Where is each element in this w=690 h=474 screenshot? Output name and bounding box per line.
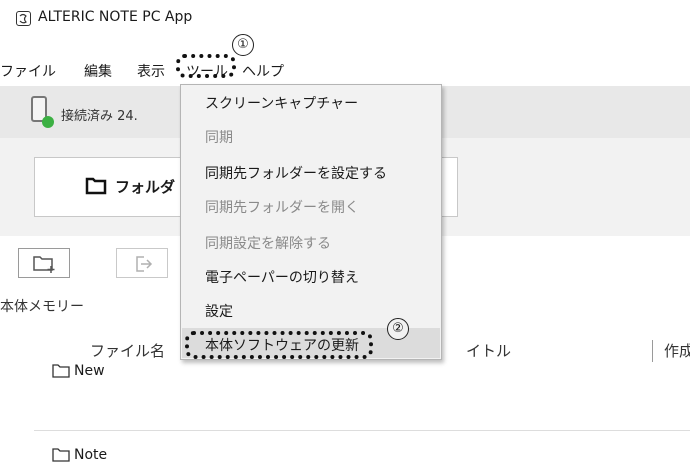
app-icon (16, 11, 31, 26)
folder-icon (52, 364, 70, 378)
menu-item-clear-sync-settings[interactable]: 同期設定を解除する (205, 233, 331, 253)
menu-item-settings[interactable]: 設定 (205, 301, 233, 321)
menu-file[interactable]: ファイル (0, 61, 56, 81)
menu-view[interactable]: 表示 (137, 61, 165, 81)
connected-indicator (42, 116, 54, 128)
move-button[interactable] (116, 248, 168, 278)
folder-button-label: フォルダ (115, 178, 176, 196)
tools-callout-outline (176, 54, 236, 78)
menu-item-screen-capture[interactable]: スクリーンキャプチャー (205, 93, 358, 113)
menu-item-sync[interactable]: 同期 (205, 127, 233, 147)
connection-status: 接続済み 24. (61, 109, 138, 124)
table-row[interactable]: New (34, 356, 690, 431)
table-row[interactable]: Note (34, 444, 690, 474)
row-name: Note (74, 447, 108, 463)
update-callout-outline (185, 331, 373, 359)
menu-edit[interactable]: 編集 (84, 61, 112, 81)
menu-item-open-sync-folder[interactable]: 同期先フォルダーを開く (205, 197, 359, 217)
app-title: ALTERIC NOTE PC App (38, 9, 193, 25)
new-folder-button[interactable] (18, 248, 70, 278)
menu-item-set-sync-folder[interactable]: 同期先フォルダーを設定する (205, 163, 387, 183)
folder-icon (52, 448, 70, 462)
folder-icon (85, 177, 107, 199)
step-1-marker: ① (232, 34, 254, 56)
row-name: New (74, 363, 105, 379)
menu-help[interactable]: ヘルプ (242, 61, 284, 81)
memory-label: 本体メモリー (0, 299, 84, 315)
step-2-marker: ② (387, 318, 409, 340)
menu-item-switch-epaper[interactable]: 電子ペーパーの切り替え (205, 267, 359, 287)
menu-bar: ファイル 編集 表示 ツール ヘルプ (0, 58, 690, 82)
new-folder-icon (33, 256, 55, 273)
move-icon (136, 256, 153, 272)
